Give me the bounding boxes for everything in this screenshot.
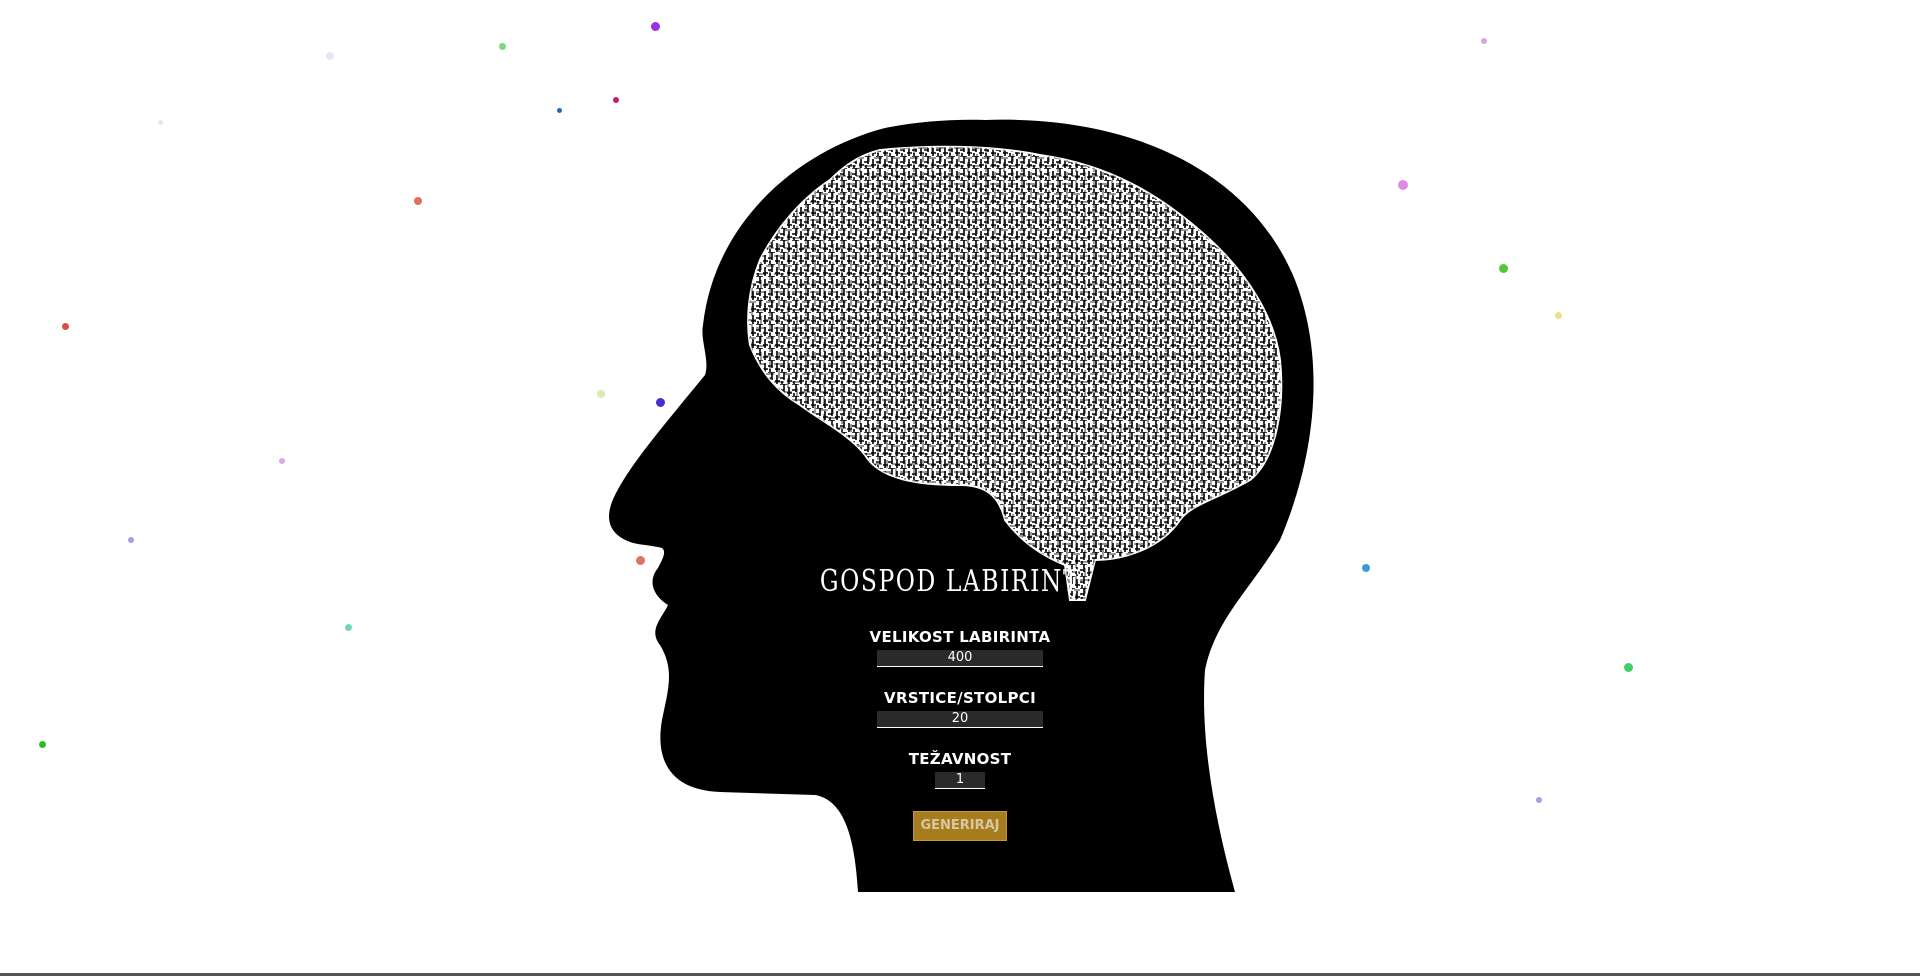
difficulty-label: TEŽAVNOST — [908, 750, 1012, 768]
maze-settings-form: VELIKOST LABIRINTA VRSTICE/STOLPCI TEŽAV… — [860, 628, 1060, 841]
rows-cols-label: VRSTICE/STOLPCI — [884, 689, 1036, 707]
size-input[interactable] — [877, 650, 1043, 667]
difficulty-input[interactable] — [935, 772, 985, 789]
size-label: VELIKOST LABIRINTA — [869, 628, 1051, 646]
rows-cols-input[interactable] — [877, 711, 1043, 728]
app-title: GOSPOD LABIRINT — [819, 564, 1081, 599]
generate-button[interactable]: GENERIRAJ — [913, 811, 1007, 841]
